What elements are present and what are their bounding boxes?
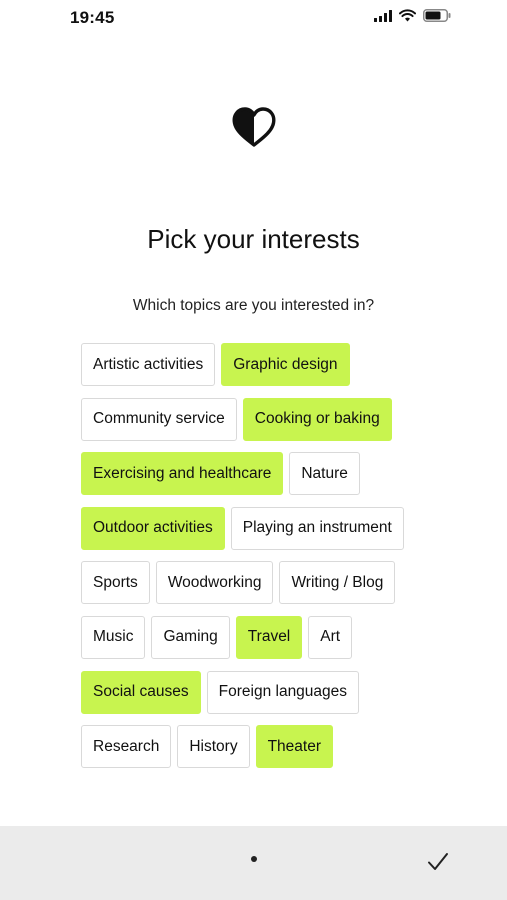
interest-chip-writing-blog[interactable]: Writing / Blog	[279, 561, 396, 605]
interest-chip-foreign-languages[interactable]: Foreign languages	[206, 670, 360, 714]
cellular-signal-icon	[374, 9, 392, 22]
interest-chip-sports[interactable]: Sports	[81, 561, 150, 605]
interest-chip-social-causes[interactable]: Social causes	[81, 670, 201, 714]
interest-chip-research[interactable]: Research	[81, 725, 172, 769]
status-time: 19:45	[70, 8, 115, 27]
page-indicator-dot	[251, 856, 257, 862]
bottom-bar	[0, 826, 507, 900]
interest-chip-graphic-design[interactable]: Graphic design	[221, 343, 350, 386]
interest-chip-artistic-activities[interactable]: Artistic activities	[81, 343, 216, 386]
status-icons	[374, 9, 451, 22]
chip-row: Music Gaming Travel Art	[81, 615, 426, 659]
status-bar: 19:45	[0, 0, 507, 36]
chip-row: Outdoor activities Playing an instrument	[81, 506, 426, 550]
chip-row: Social causes Foreign languages	[81, 670, 426, 714]
checkmark-icon	[428, 853, 448, 870]
interest-chip-travel[interactable]: Travel	[235, 615, 303, 659]
subtitle: Which topics are you interested in?	[132, 297, 375, 314]
interest-chip-cooking-or-baking[interactable]: Cooking or baking	[242, 397, 392, 441]
interest-chip-gaming[interactable]: Gaming	[151, 615, 230, 659]
interest-chip-history[interactable]: History	[177, 725, 250, 769]
interest-chip-theater[interactable]: Theater	[255, 725, 333, 769]
interest-chip-woodworking[interactable]: Woodworking	[155, 561, 274, 605]
interest-chip-nature[interactable]: Nature	[289, 452, 360, 496]
interest-chip-list: Artistic activities Graphic design Communi…	[81, 343, 426, 780]
interest-chip-community-service[interactable]: Community service	[81, 397, 237, 441]
chip-row: Community service Cooking or baking	[81, 397, 426, 441]
done-button[interactable]	[418, 842, 458, 882]
half-filled-heart-icon	[232, 107, 276, 147]
battery-icon	[423, 9, 451, 22]
chip-row: Research History Theater	[81, 725, 426, 769]
interest-chip-outdoor-activities[interactable]: Outdoor activities	[81, 506, 225, 550]
interest-chip-music[interactable]: Music	[81, 615, 146, 659]
page-title: Pick your interests	[147, 224, 360, 254]
wifi-icon	[399, 9, 416, 22]
interest-chip-playing-an-instrument[interactable]: Playing an instrument	[230, 506, 404, 550]
chip-row: Sports Woodworking Writing / Blog	[81, 561, 426, 605]
chip-row: Exercising and healthcare Nature	[81, 452, 426, 496]
chip-row: Artistic activities Graphic design	[81, 343, 426, 386]
interest-chip-art[interactable]: Art	[308, 615, 353, 659]
interest-chip-exercising-and-healthcare[interactable]: Exercising and healthcare	[81, 452, 284, 496]
